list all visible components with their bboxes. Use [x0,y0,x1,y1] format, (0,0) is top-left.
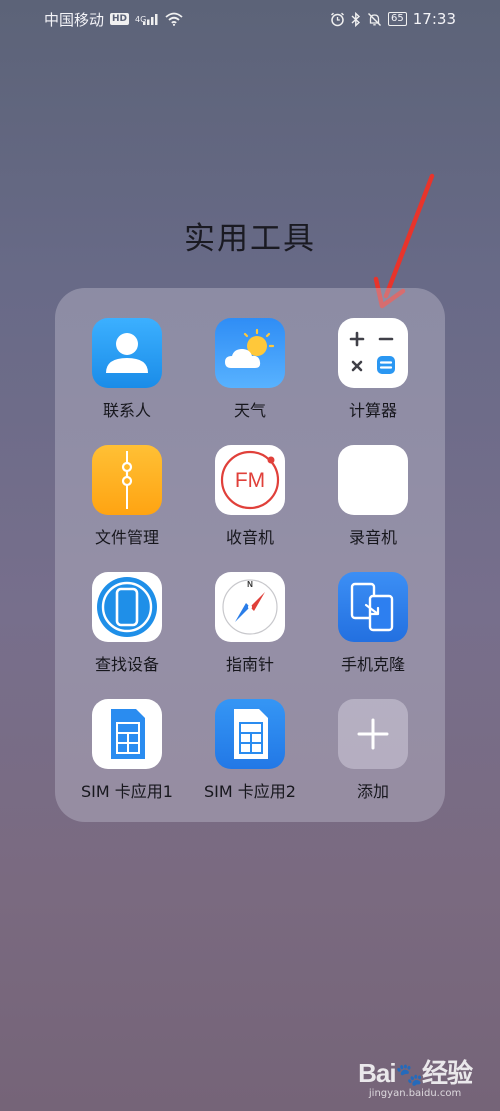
sim-card-icon [92,699,162,769]
clock-time: 17:33 [412,10,456,28]
app-label: 联系人 [102,401,151,420]
recorder-icon [338,445,408,515]
watermark-url: jingyan.baidu.com [368,1088,462,1099]
app-label: SIM 卡应用1 [81,782,173,801]
signal-icon: 4G [135,13,159,25]
battery-icon: 65 [388,12,407,26]
watermark-logo-text: Bai [358,1058,396,1088]
add-icon [338,699,408,769]
weather-icon [215,318,285,388]
radio-icon: FM [215,445,285,515]
app-sim-card-2[interactable]: SIM 卡应用2 [189,699,311,802]
app-radio[interactable]: FM 收音机 [189,445,311,548]
baidu-watermark: Bai🐾经验 jingyan.baidu.com [358,1053,473,1099]
app-label: 录音机 [348,528,397,547]
phone-clone-icon [338,572,408,642]
carrier-name: 中国移动 [44,10,105,29]
app-phone-clone[interactable]: 手机克隆 [312,572,434,675]
sim-card-icon [215,699,285,769]
app-label: 天气 [233,401,266,420]
radio-icon-text: FM [235,469,265,492]
watermark-logo: Bai🐾经验 [358,1053,473,1090]
watermark-logo-suffix: 经验 [421,1058,473,1088]
compass-icon: N [215,572,285,642]
alarm-icon [330,12,345,27]
app-label: 指南针 [225,655,274,674]
add-app-button[interactable]: 添加 [312,699,434,802]
contacts-icon [92,318,162,388]
bluetooth-icon [351,11,361,27]
compass-north-label: N [247,580,253,589]
app-label: SIM 卡应用2 [204,782,296,801]
wifi-icon [165,12,183,26]
app-label: 查找设备 [94,655,159,674]
calculator-icon [338,318,408,388]
app-recorder[interactable]: 录音机 [312,445,434,548]
app-find-device[interactable]: 查找设备 [66,572,188,675]
status-right: 65 17:33 [330,10,456,28]
app-compass[interactable]: N 指南针 [189,572,311,675]
paw-icon: 🐾 [395,1062,423,1087]
app-label: 手机克隆 [340,655,405,674]
app-file-manager[interactable]: 文件管理 [66,445,188,548]
status-left: 中国移动 HD 4G [44,9,183,30]
app-label: 文件管理 [94,528,159,547]
app-calculator[interactable]: 计算器 [312,318,434,421]
app-contacts[interactable]: 联系人 [66,318,188,421]
app-label: 计算器 [348,401,397,420]
app-label: 收音机 [225,528,274,547]
status-bar: 中国移动 HD 4G 65 17:33 [0,0,500,38]
find-device-icon [92,572,162,642]
app-label: 添加 [356,782,389,801]
mute-icon [367,12,382,27]
folder-panel: 联系人 天气 计算器 文件管理 FM 收音机 录音机 查找设备 N 指南针 手机… [55,288,445,822]
app-sim-card-1[interactable]: SIM 卡应用1 [66,699,188,802]
app-weather[interactable]: 天气 [189,318,311,421]
file-manager-icon [92,445,162,515]
hd-voice-badge: HD [110,13,130,25]
